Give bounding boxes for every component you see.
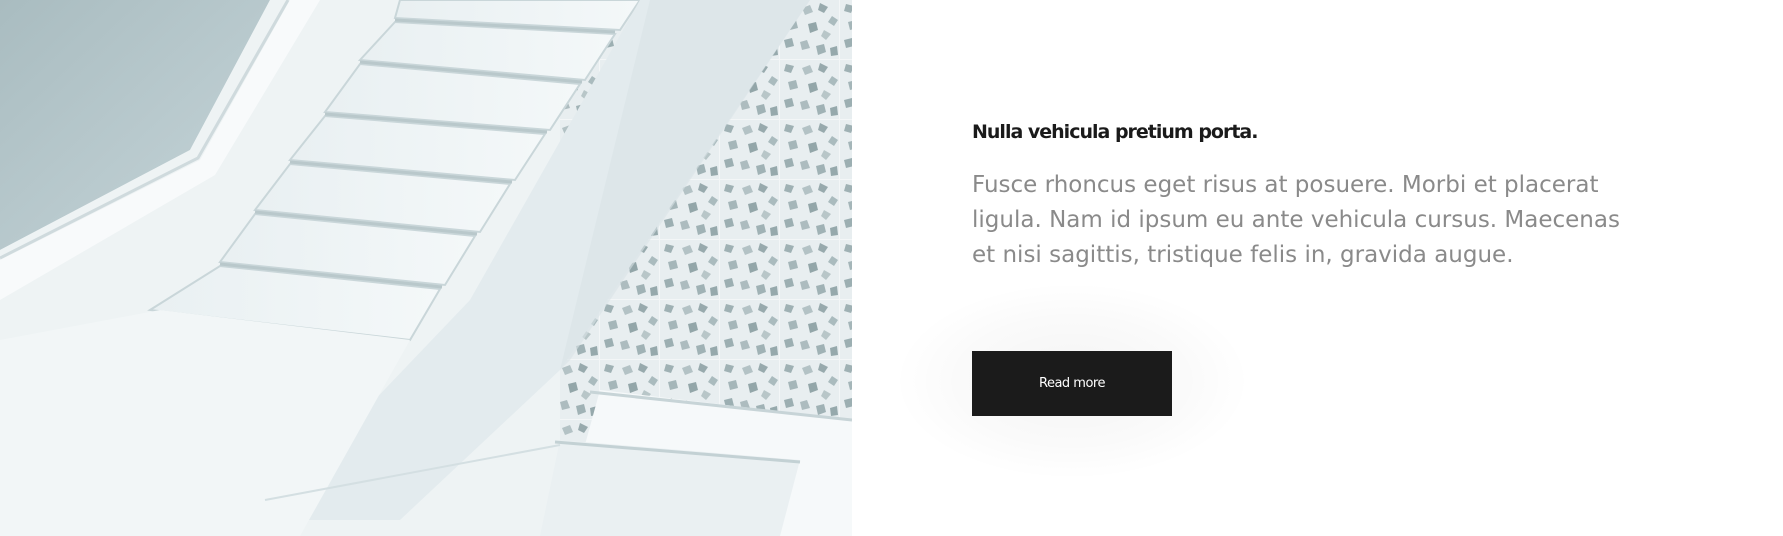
content-block: Nulla vehicula pretium porta. Fusce rhon…: [972, 118, 1672, 273]
section-heading: Nulla vehicula pretium porta.: [972, 121, 1258, 143]
read-more-wrapper: Read more: [892, 281, 1252, 481]
section-body-text: Fusce rhoncus eget risus at posuere. Mor…: [972, 172, 1620, 268]
staircase-photo: [0, 0, 852, 536]
read-more-button[interactable]: Read more: [972, 351, 1172, 416]
